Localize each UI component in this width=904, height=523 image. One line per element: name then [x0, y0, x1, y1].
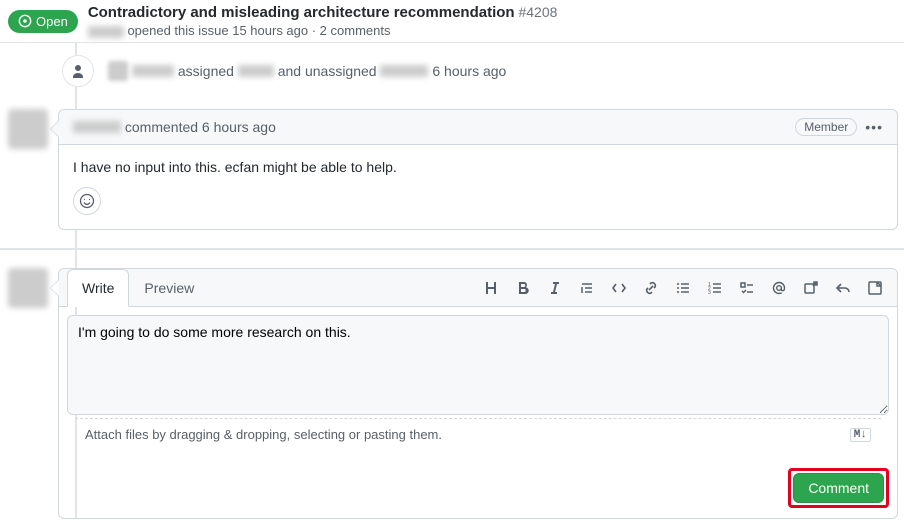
timeline-assigned: assigned and unassigned 6 hours ago: [58, 43, 898, 99]
issue-title-row: Contradictory and misleading architectur…: [88, 4, 896, 21]
avatar[interactable]: [8, 268, 48, 308]
comment-button[interactable]: Comment: [793, 473, 884, 503]
link-icon[interactable]: [643, 280, 659, 296]
tasklist-icon[interactable]: [739, 280, 755, 296]
comment-header: commented 6 hours ago Member •••: [59, 110, 897, 145]
italic-icon[interactable]: [547, 280, 563, 296]
attach-hint[interactable]: Attach files by dragging & dropping, sel…: [75, 418, 881, 450]
saved-replies-icon[interactable]: [867, 280, 883, 296]
heading-icon[interactable]: [483, 280, 499, 296]
compose-comment: Write Preview 123: [58, 268, 898, 519]
smiley-icon: [79, 193, 95, 209]
person-icon: [62, 55, 94, 87]
bold-icon[interactable]: [515, 280, 531, 296]
issue-header: Open Contradictory and misleading archit…: [0, 0, 904, 43]
svg-text:3: 3: [708, 290, 711, 296]
md-toolbar: 123: [483, 280, 889, 296]
issue-subhead: opened this issue 15 hours ago · 2 comme…: [88, 23, 896, 38]
quote-icon[interactable]: [579, 280, 595, 296]
cross-reference-icon[interactable]: [803, 280, 819, 296]
compose-tabs: Write Preview 123: [59, 269, 897, 307]
list-ul-icon[interactable]: [675, 280, 691, 296]
issue-number: #4208: [518, 4, 557, 20]
status-badge: Open: [8, 10, 78, 33]
status-text: Open: [36, 14, 68, 29]
avatar[interactable]: [108, 61, 128, 81]
issue-open-icon: [18, 14, 32, 28]
tab-preview[interactable]: Preview: [129, 269, 209, 307]
reply-icon[interactable]: [835, 280, 851, 296]
comment: commented 6 hours ago Member ••• I have …: [58, 109, 898, 230]
markdown-icon[interactable]: M↓: [850, 428, 871, 442]
code-icon[interactable]: [611, 280, 627, 296]
kebab-icon[interactable]: •••: [865, 119, 883, 135]
highlight-box: Comment: [788, 468, 889, 508]
comment-body-text: I have no input into this. ecfan might b…: [73, 159, 883, 175]
comment-textarea[interactable]: I'm going to do some more research on th…: [67, 315, 889, 415]
mention-icon[interactable]: [771, 280, 787, 296]
member-badge: Member: [795, 118, 857, 136]
tab-write[interactable]: Write: [67, 269, 129, 307]
issue-title[interactable]: Contradictory and misleading architectur…: [88, 4, 515, 21]
comment-time[interactable]: commented 6 hours ago: [125, 119, 276, 135]
add-reaction-button[interactable]: [73, 187, 101, 215]
divider: [0, 248, 904, 250]
avatar[interactable]: [8, 109, 48, 149]
timeline-time[interactable]: 6 hours ago: [432, 63, 506, 79]
list-ol-icon[interactable]: 123: [707, 280, 723, 296]
